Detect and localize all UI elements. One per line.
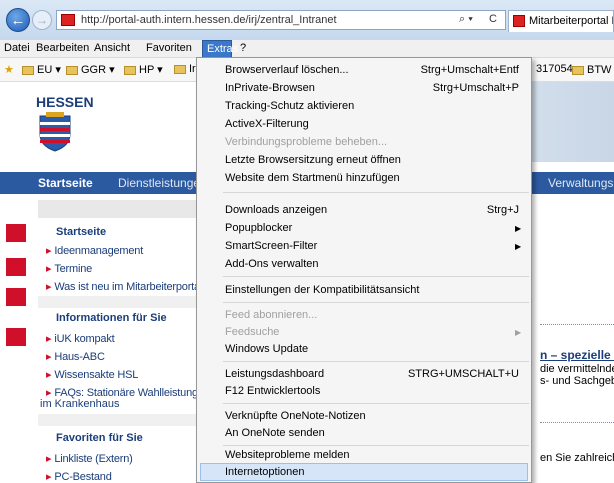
menu-item-startmenu[interactable]: Website dem Startmenü hinzufügen <box>225 172 400 184</box>
menu-item-windows-update[interactable]: Windows Update <box>225 343 308 355</box>
folder-icon <box>174 64 186 74</box>
sidebar-item[interactable]: Haus-ABC <box>46 350 105 363</box>
sidebar-heading-start: Startseite <box>56 226 107 238</box>
back-button[interactable]: ← <box>6 8 30 32</box>
refresh-icon[interactable]: C <box>489 13 497 25</box>
red-marker <box>6 224 26 242</box>
sidebar: Startseite Ideenmanagement Termine Was i… <box>0 200 204 483</box>
menu-item-sitzung[interactable]: Letzte Browsersitzung erneut öffnen <box>225 154 401 166</box>
sidebar-item[interactable]: PC-Bestand <box>46 470 112 483</box>
forward-arrow-icon: → <box>36 13 48 27</box>
menu-separator <box>223 445 529 446</box>
sidebar-item[interactable]: Linkliste (Extern) <box>46 452 133 465</box>
menu-item-downloads[interactable]: Downloads anzeigen <box>225 204 327 216</box>
sidebar-separator <box>38 414 196 426</box>
menu-ansicht[interactable]: Ansicht <box>94 42 130 54</box>
menu-item-verbindung: Verbindungsprobleme beheben... <box>225 136 388 148</box>
sidebar-item[interactable]: Wissensakte HSL <box>46 368 138 381</box>
content-text: en Sie zahlreiche n <box>540 452 614 464</box>
menubar: Datei Bearbeiten Ansicht Favoriten Extra… <box>0 40 614 58</box>
sidebar-heading-info: Informationen für Sie <box>56 312 167 324</box>
extras-dropdown-menu: Browserverlauf löschen... Strg+Umschalt+… <box>196 57 532 483</box>
fav-folder-ggr[interactable]: GGR ▾ <box>66 63 115 76</box>
menu-separator <box>223 403 529 404</box>
address-bar[interactable]: http://portal-auth.intern.hessen.de/irj/… <box>56 10 506 30</box>
menu-item-leistungsdashboard[interactable]: Leistungsdashboard <box>225 368 324 380</box>
submenu-arrow-icon: ▶ <box>515 328 522 337</box>
menu-datei[interactable]: Datei <box>4 42 30 54</box>
nav-verwaltung[interactable]: Verwaltungsr <box>548 176 614 190</box>
menu-item-activex[interactable]: ActiveX-Filterung <box>225 118 309 130</box>
menu-item-popupblocker[interactable]: Popupblocker <box>225 222 292 234</box>
menu-separator <box>223 276 529 277</box>
fav-folder-hp[interactable]: HP ▾ <box>124 63 163 76</box>
menu-item-tracking[interactable]: Tracking-Schutz aktivieren <box>225 100 354 112</box>
content-text: s- und Sachgebiets <box>540 375 614 387</box>
menu-item-inprivate[interactable]: InPrivate-Browsen <box>225 82 315 94</box>
sidebar-heading-fav: Favoriten für Sie <box>56 432 143 444</box>
content-link[interactable]: n – spezielle Wo <box>540 348 614 362</box>
sidebar-item[interactable]: iUK kompakt <box>46 332 114 345</box>
menu-bearbeiten[interactable]: Bearbeiten <box>36 42 89 54</box>
back-arrow-icon: ← <box>10 11 26 29</box>
tab-title: Mitarbeiterportal Hess <box>529 15 613 27</box>
menu-item-onenote-notizen[interactable]: Verknüpfte OneNote-Notizen <box>225 410 366 422</box>
menu-item-smartscreen[interactable]: SmartScreen-Filter <box>225 240 317 252</box>
fav-folder-eu[interactable]: EU ▾ <box>22 63 61 76</box>
sidebar-item-continuation[interactable]: im Krankenhaus <box>40 398 120 410</box>
menu-separator <box>223 302 529 303</box>
shortcut-text: Strg+J <box>486 204 519 216</box>
hessen-crest-icon <box>39 112 71 152</box>
content-text: die vermittelnde Po <box>540 363 614 375</box>
menu-favoriten[interactable]: Favoriten <box>146 42 192 54</box>
sidebar-item[interactable]: Ideenmanagement <box>46 244 143 257</box>
menu-item-feed-abonnieren: Feed abonnieren... <box>225 309 318 321</box>
shortcut-text: Strg+Umschalt+P <box>432 82 519 94</box>
menu-extras[interactable]: Extras <box>202 40 238 58</box>
menu-item-f12[interactable]: F12 Entwicklertools <box>225 385 320 397</box>
tab-favicon-icon <box>513 15 525 27</box>
menu-item-addons[interactable]: Add-Ons verwalten <box>225 258 319 270</box>
folder-icon <box>124 65 136 75</box>
menu-help[interactable]: ? <box>240 42 246 54</box>
sidebar-header-strip <box>38 200 196 218</box>
submenu-arrow-icon: ▶ <box>515 242 522 251</box>
divider <box>540 324 614 325</box>
folder-icon <box>66 65 78 75</box>
submenu-arrow-icon: ▶ <box>515 224 522 233</box>
menu-item-browserverlauf[interactable]: Browserverlauf löschen... <box>225 64 349 76</box>
folder-icon <box>572 65 584 75</box>
red-marker <box>6 258 26 276</box>
page-logo-title: HESSEN <box>36 94 94 110</box>
shortcut-text: STRG+UMSCHALT+U <box>407 368 519 380</box>
divider <box>540 422 614 423</box>
menu-separator <box>223 361 529 362</box>
red-marker <box>6 288 26 306</box>
menu-item-kompatibilitaet[interactable]: Einstellungen der Kompatibilitätsansicht <box>225 284 419 296</box>
search-icon[interactable]: ⌕ ▾ <box>459 13 473 26</box>
menu-item-internetoptionen[interactable]: Internetoptionen <box>225 466 305 478</box>
site-favicon-icon <box>61 14 75 26</box>
fav-folder-btw[interactable]: BTW ▾ <box>572 63 614 76</box>
shortcut-text: Strg+Umschalt+Entf <box>420 64 519 76</box>
menu-item-feedsuche: Feedsuche <box>225 326 280 338</box>
sidebar-item[interactable]: Termine <box>46 262 92 275</box>
forward-button[interactable]: → <box>32 10 52 30</box>
red-marker <box>6 328 26 346</box>
menu-separator <box>223 192 529 193</box>
browser-toolbar: ← → http://portal-auth.intern.hessen.de/… <box>0 0 614 40</box>
nav-startseite[interactable]: Startseite <box>38 176 93 190</box>
browser-tab[interactable]: Mitarbeiterportal Hess <box>508 10 614 32</box>
sidebar-item[interactable]: Was ist neu im Mitarbeiterportal <box>46 280 202 293</box>
sidebar-separator <box>38 296 196 308</box>
menu-item-websiteprobleme[interactable]: Websiteprobleme melden <box>225 449 350 461</box>
fav-folder-ir[interactable]: Ir <box>174 63 196 75</box>
menu-item-onenote-senden[interactable]: An OneNote senden <box>225 427 325 439</box>
folder-icon <box>22 65 34 75</box>
fav-item-317054[interactable]: 317054 <box>536 63 573 75</box>
nav-dienstleistungen[interactable]: Dienstleistunge <box>118 176 200 190</box>
favorites-star-icon[interactable]: ★ <box>4 63 14 76</box>
url-text: http://portal-auth.intern.hessen.de/irj/… <box>81 14 337 26</box>
